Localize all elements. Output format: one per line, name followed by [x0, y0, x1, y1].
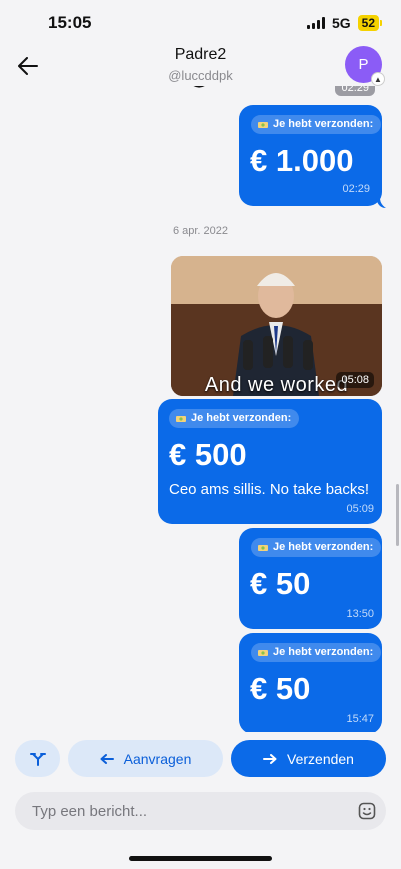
sent-pill-label: Je hebt verzonden: — [273, 646, 374, 658]
split-icon — [29, 752, 46, 766]
gif-time: 05:08 — [336, 372, 374, 388]
previous-message-time: 02:29 — [335, 86, 375, 96]
payment-actions: Aanvragen Verzenden — [0, 740, 401, 777]
sent-pill: Je hebt verzonden: — [251, 643, 382, 662]
contact-handle: @luccddpk — [168, 68, 233, 83]
sent-pill: Je hebt verzonden: — [251, 538, 382, 557]
avatar-initial: P — [358, 56, 369, 73]
payment-message[interactable]: Je hebt verzonden: € 50 13:50 — [239, 528, 382, 629]
arrow-right-icon — [263, 753, 277, 764]
arrow-left-icon — [100, 753, 114, 764]
payment-note: Ceo ams sillis. No take backs! — [169, 481, 370, 498]
split-button[interactable] — [15, 740, 60, 777]
sent-pill: Je hebt verzonden: — [251, 115, 382, 134]
status-time: 15:05 — [48, 13, 92, 32]
sent-pill-label: Je hebt verzonden: — [273, 118, 374, 130]
request-label: Aanvragen — [123, 750, 192, 767]
payment-amount: € 1.000 — [250, 143, 354, 178]
message-time: 13:50 — [346, 608, 374, 620]
money-icon — [258, 544, 268, 551]
money-icon — [176, 415, 186, 422]
status-bar: 15:05 5G 52 — [0, 0, 401, 46]
payment-message[interactable]: Je hebt verzonden: € 500 Ceo ams sillis.… — [158, 399, 382, 524]
request-button[interactable]: Aanvragen — [68, 740, 223, 777]
sent-pill-label: Je hebt verzonden: — [191, 412, 292, 424]
send-button[interactable]: Verzenden — [231, 740, 386, 777]
payment-amount: € 50 — [250, 566, 311, 601]
date-separator: 6 apr. 2022 — [172, 225, 229, 237]
payment-message[interactable]: Je hebt verzonden: € 1.000 02:29 — [239, 105, 386, 208]
bubble-tail — [376, 198, 386, 208]
bank-badge-icon: ▲ — [371, 72, 385, 86]
sticker-icon[interactable] — [358, 802, 376, 820]
status-indicators: 5G 52 — [306, 15, 383, 31]
sent-pill-label: Je hebt verzonden: — [273, 541, 374, 553]
gif-message[interactable]: And we worked 05:08 — [171, 256, 382, 396]
scrollbar[interactable] — [396, 484, 399, 546]
send-label: Verzenden — [287, 750, 354, 767]
chat-header: Padre2 @luccddpk P ▲ — [0, 46, 401, 86]
contact-name[interactable]: Padre2 — [0, 46, 401, 64]
avatar[interactable]: P ▲ — [345, 46, 385, 86]
sticker-fragment — [193, 86, 205, 88]
message-composer — [15, 792, 386, 830]
money-icon — [258, 121, 268, 128]
message-time: 05:09 — [346, 503, 374, 515]
money-icon — [258, 649, 268, 656]
battery-icon: 52 — [357, 15, 383, 31]
payment-amount: € 500 — [169, 437, 247, 472]
message-time: 02:29 — [342, 183, 370, 195]
chat-messages[interactable]: 02:29 Je hebt verzonden: € 1.000 02:29 6… — [0, 86, 401, 732]
home-indicator — [129, 856, 272, 861]
payment-message[interactable]: Je hebt verzonden: € 50 15:47 — [239, 633, 382, 732]
network-label: 5G — [331, 15, 351, 31]
payment-amount: € 50 — [250, 671, 311, 706]
message-input[interactable] — [32, 792, 332, 830]
signal-icon — [306, 17, 325, 29]
sent-pill: Je hebt verzonden: — [169, 409, 300, 428]
message-time: 15:47 — [346, 713, 374, 725]
